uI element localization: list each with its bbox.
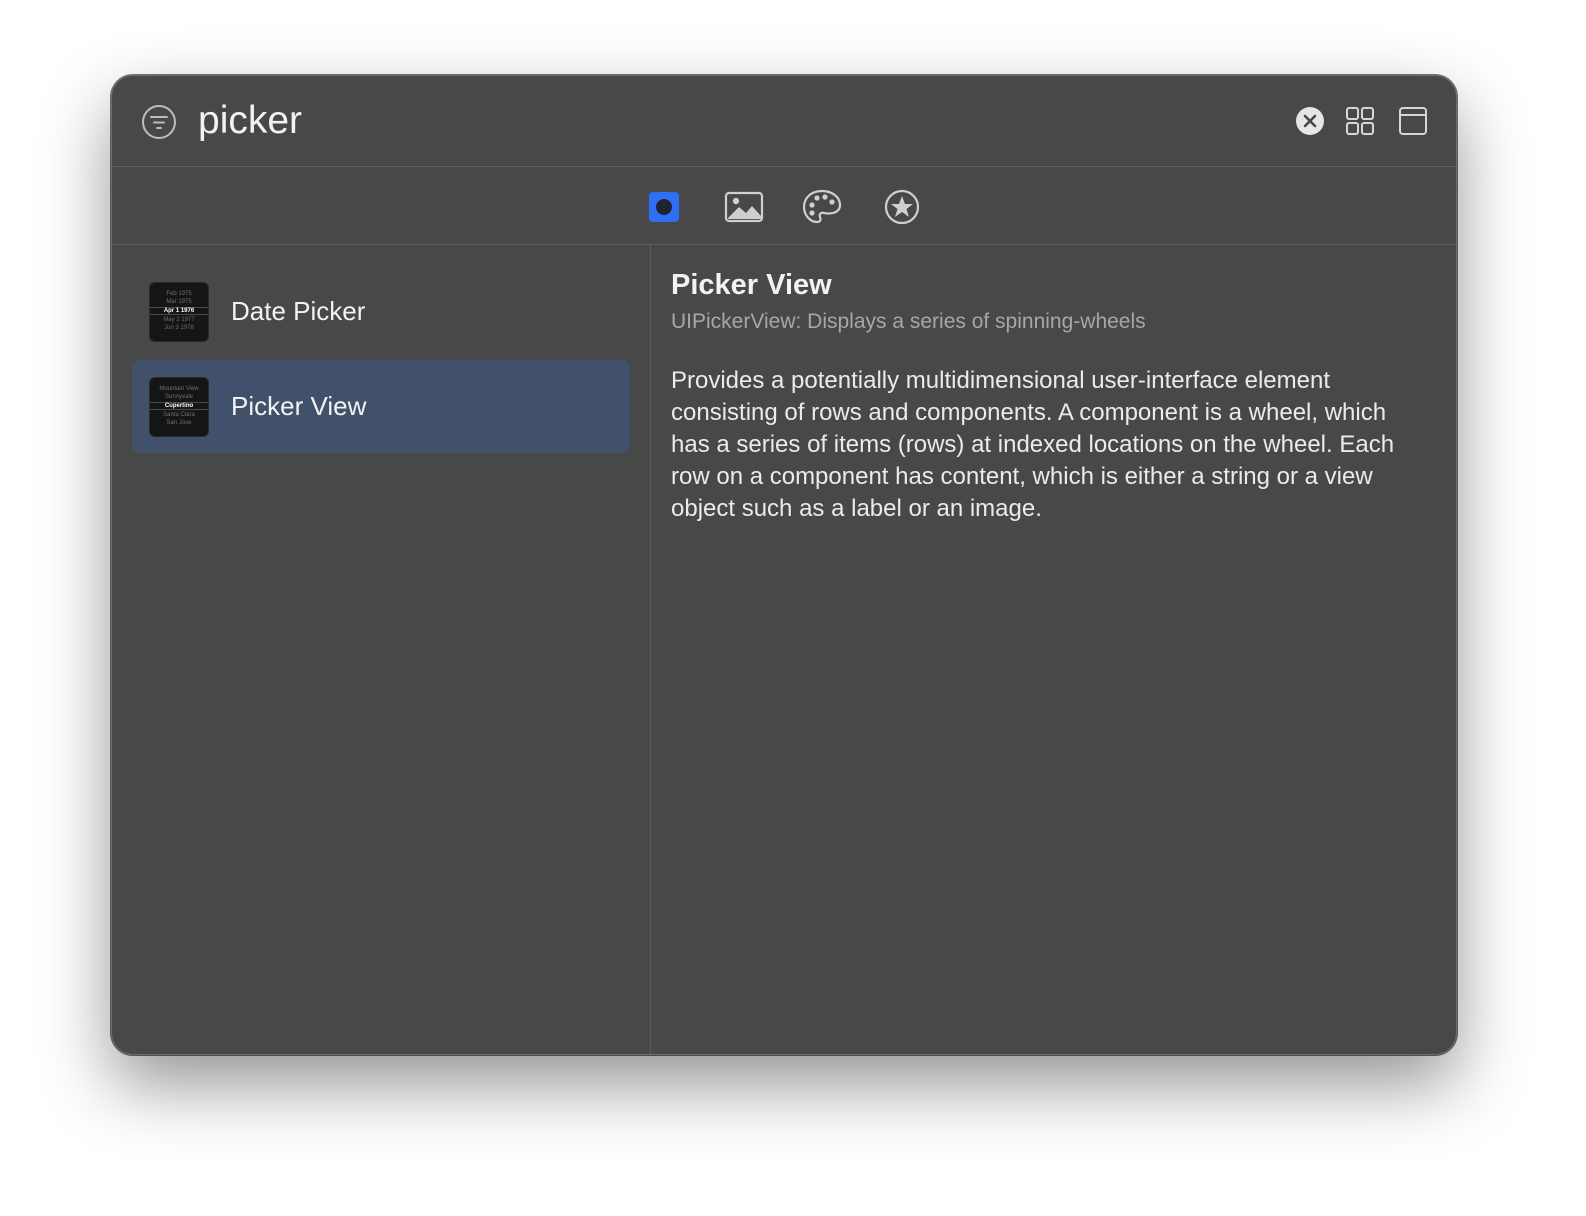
picker-view-thumbnail: Mountain View Sunnyvale Cupertino Santa … — [149, 377, 209, 437]
list-item-label: Picker View — [231, 391, 367, 421]
list-item-label: Date Picker — [231, 296, 366, 326]
list-item-picker-view[interactable]: Mountain View Sunnyvale Cupertino Santa … — [132, 360, 630, 453]
window-icon[interactable] — [1398, 105, 1428, 137]
search-input[interactable] — [198, 92, 1258, 150]
date-picker-thumbnail: Feb 1975 Mar 1975 Apr 1 1976 May 2 1977 … — [149, 282, 209, 342]
search-bar — [112, 76, 1456, 167]
detail-pane: Picker View UIPickerView: Displays a ser… — [651, 245, 1456, 1054]
detail-title: Picker View — [671, 269, 832, 301]
results-list: Feb 1975 Mar 1975 Apr 1 1976 May 2 1977 … — [112, 245, 651, 1054]
photo-icon[interactable] — [724, 187, 764, 227]
library-window: Feb 1975 Mar 1975 Apr 1 1976 May 2 1977 … — [111, 75, 1457, 1055]
category-bar — [112, 167, 1456, 245]
clear-icon[interactable] — [1294, 105, 1326, 137]
star-icon[interactable] — [882, 187, 922, 227]
objects-category-icon[interactable] — [644, 187, 684, 227]
palette-icon[interactable] — [802, 187, 842, 227]
detail-subtitle: UIPickerView: Displays a series of spinn… — [671, 310, 1146, 333]
detail-description: Provides a potentially multidimensional … — [671, 367, 1395, 522]
grid-view-icon[interactable] — [1344, 105, 1376, 137]
list-item-date-picker[interactable]: Feb 1975 Mar 1975 Apr 1 1976 May 2 1977 … — [132, 265, 630, 358]
filter-icon[interactable] — [141, 104, 177, 140]
